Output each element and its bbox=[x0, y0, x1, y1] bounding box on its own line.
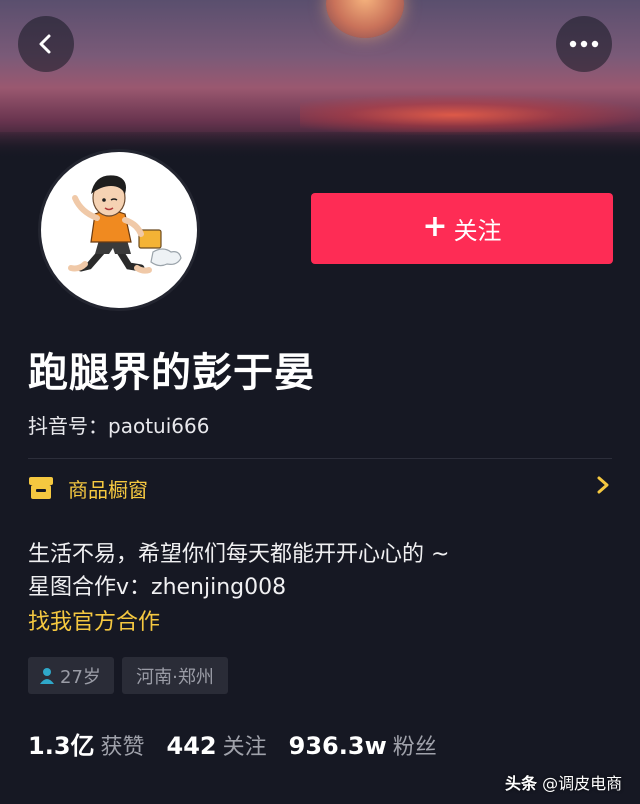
cartoon-runner-avatar-icon bbox=[68, 175, 182, 274]
divider bbox=[28, 458, 612, 459]
chevron-left-icon bbox=[39, 34, 51, 54]
watermark-handle: @调皮电商 bbox=[542, 774, 623, 793]
followers-label[interactable]: 粉丝 bbox=[393, 729, 437, 761]
official-cooperation-link[interactable]: 找我官方合作 bbox=[28, 604, 160, 636]
watermark-brand: 头条 bbox=[505, 774, 538, 793]
douyin-id-label: 抖音号： bbox=[28, 414, 108, 438]
chevron-right-icon bbox=[597, 476, 609, 494]
more-options-button[interactable] bbox=[556, 16, 612, 72]
following-count[interactable]: 442 bbox=[167, 732, 217, 760]
watermark: 头条 @调皮电商 bbox=[505, 770, 622, 794]
follow-button[interactable]: + 关注 bbox=[311, 193, 613, 264]
douyin-id: 抖音号：paotui666 bbox=[28, 410, 209, 439]
bio-line-2: 星图合作v：zhenjing008 bbox=[28, 575, 287, 600]
plus-icon: + bbox=[422, 209, 448, 244]
douyin-id-value: paotui666 bbox=[108, 414, 210, 438]
product-showcase-row[interactable]: 商品橱窗 bbox=[28, 470, 612, 506]
profile-stats: 1.3亿 获赞 442 关注 936.3w 粉丝 bbox=[28, 726, 459, 761]
bio-line-1: 生活不易，希望你们每天都能开开心心的 ~ bbox=[28, 542, 450, 567]
person-icon bbox=[40, 667, 54, 684]
likes-label: 获赞 bbox=[100, 735, 145, 760]
product-showcase-label: 商品橱窗 bbox=[68, 477, 148, 502]
back-button[interactable] bbox=[18, 16, 74, 72]
location-tag: 河南·郑州 bbox=[122, 657, 228, 694]
followers-count[interactable]: 936.3w bbox=[289, 732, 387, 760]
age-tag: 27岁 bbox=[28, 657, 114, 694]
cover-sunset-glow bbox=[300, 95, 640, 135]
store-icon bbox=[29, 477, 53, 499]
likes-count: 1.3亿 bbox=[28, 732, 95, 760]
cover-sun-orb bbox=[326, 0, 404, 38]
follow-button-label: 关注 bbox=[453, 217, 502, 245]
more-dots-icon bbox=[569, 40, 599, 48]
following-label[interactable]: 关注 bbox=[223, 729, 267, 761]
age-value: 27岁 bbox=[60, 666, 101, 688]
profile-name: 跑腿界的彭于晏 bbox=[28, 350, 315, 396]
avatar[interactable] bbox=[38, 149, 200, 311]
profile-cover-image bbox=[0, 0, 640, 160]
location-value: 河南·郑州 bbox=[136, 666, 214, 688]
